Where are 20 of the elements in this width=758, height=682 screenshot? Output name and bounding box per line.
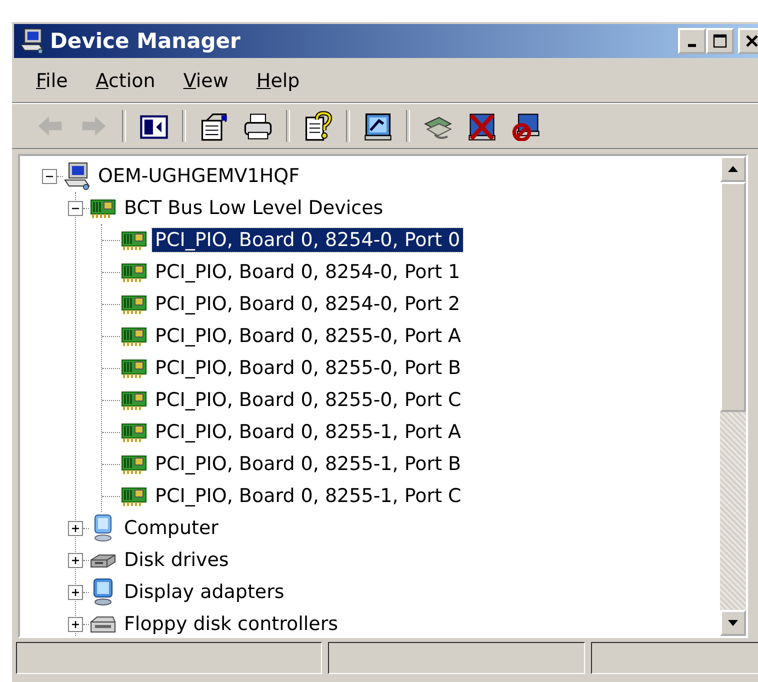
menu-item[interactable]: File	[26, 66, 82, 96]
tree-item[interactable]: PCI_PIO, Board 0, 8255-1, Port C	[152, 484, 464, 508]
tree-item[interactable]: Floppy disk controllers	[121, 612, 342, 636]
tree-item[interactable]: PCI_PIO, Board 0, 8254-0, Port 1	[152, 260, 464, 284]
tree-item[interactable]: Computer	[121, 516, 222, 540]
tree-item[interactable]: OEM-UGHGEMV1HQF	[95, 164, 303, 188]
menu-item[interactable]: Help	[246, 66, 314, 96]
tree-item[interactable]: PCI_PIO, Board 0, 8255-0, Port B	[152, 356, 464, 380]
tree-item[interactable]: Disk drives	[121, 548, 232, 572]
tree-item[interactable]: PCI_PIO, Board 0, 8255-1, Port B	[152, 452, 464, 476]
tree-item[interactable]: PCI_PIO, Board 0, 8255-0, Port A	[152, 324, 464, 348]
tree-item[interactable]: BCT Bus Low Level Devices	[121, 196, 386, 220]
tree-item[interactable]: Display adapters	[121, 580, 288, 604]
tree-item[interactable]: PCI_PIO, Board 0, 8255-0, Port C	[152, 388, 464, 412]
menu-item[interactable]: Action	[86, 66, 170, 96]
tree-item[interactable]: PCI_PIO, Board 0, 8254-0, Port 2	[152, 292, 464, 316]
tree-item[interactable]: PCI_PIO, Board 0, 8254-0, Port 0	[152, 228, 464, 252]
tree-item[interactable]: PCI_PIO, Board 0, 8255-1, Port A	[152, 420, 464, 444]
window-title: Device Manager	[50, 29, 242, 53]
menu-item[interactable]: View	[173, 66, 242, 96]
